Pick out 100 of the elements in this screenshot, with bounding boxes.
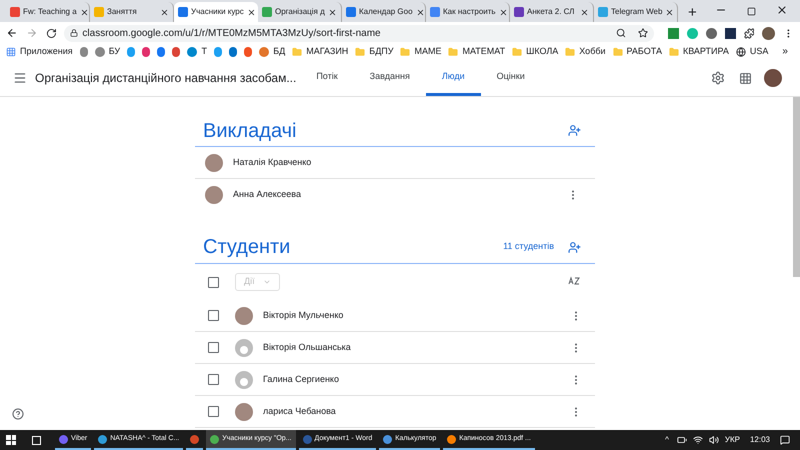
start-icon[interactable] bbox=[6, 435, 16, 445]
tab-title: Fw: Teaching a bbox=[23, 6, 77, 18]
bookmark-link[interactable]: РАБОТА bbox=[626, 44, 662, 58]
row-checkbox[interactable] bbox=[208, 374, 219, 385]
apps-icon[interactable] bbox=[739, 72, 752, 84]
app-icon bbox=[210, 434, 220, 444]
add-person-icon[interactable] bbox=[568, 240, 581, 254]
site-favicon-icon bbox=[514, 7, 524, 17]
clock[interactable]: 12:03 bbox=[750, 434, 770, 446]
address-bar[interactable]: classroom.google.com/u/1/r/MTE0MzM5MTA3MzUy/sort-first-name bbox=[64, 24, 654, 42]
class-tab[interactable]: Потік bbox=[300, 60, 354, 96]
bookmark-link[interactable]: БУ bbox=[108, 44, 120, 58]
new-tab-button[interactable]: + bbox=[684, 2, 701, 22]
person-name: Вікторія Ольшанська bbox=[263, 340, 352, 354]
site-favicon-icon bbox=[94, 46, 105, 56]
close-icon[interactable] bbox=[80, 8, 89, 16]
row-checkbox[interactable] bbox=[208, 310, 219, 321]
site-favicon-icon bbox=[187, 46, 198, 56]
bookmark-link[interactable]: МАМЕ bbox=[414, 44, 442, 58]
bookmark-link[interactable]: КВАРТИРА bbox=[682, 44, 729, 58]
close-icon[interactable] bbox=[498, 8, 508, 16]
close-icon[interactable] bbox=[580, 8, 589, 16]
bookmark-link[interactable]: Хобби bbox=[579, 44, 606, 58]
bookmark-link[interactable]: БДПУ bbox=[369, 44, 394, 58]
site-favicon-icon bbox=[10, 7, 20, 17]
app-icon bbox=[302, 434, 312, 444]
task-view-icon[interactable] bbox=[32, 436, 41, 444]
help-icon[interactable] bbox=[12, 408, 24, 420]
folder-icon bbox=[448, 46, 458, 56]
add-person-icon[interactable] bbox=[568, 124, 581, 137]
class-tab[interactable]: Завдання bbox=[354, 60, 426, 96]
person-name: Анна Алексеева bbox=[233, 188, 302, 202]
restore-icon[interactable] bbox=[747, 7, 756, 16]
section-heading: Студенти bbox=[203, 235, 292, 260]
language-indicator[interactable]: УКР bbox=[724, 434, 740, 446]
extensions-icon[interactable] bbox=[744, 28, 754, 38]
notifications-icon[interactable] bbox=[780, 435, 790, 445]
tab-title: Telegram Web bbox=[611, 6, 662, 18]
close-icon[interactable] bbox=[665, 8, 674, 16]
site-favicon-icon bbox=[178, 7, 188, 17]
select-all-checkbox[interactable] bbox=[208, 276, 219, 288]
row-checkbox[interactable] bbox=[208, 342, 219, 353]
browser-tab[interactable]: Анкета 2. СЛ bbox=[510, 2, 594, 22]
avatar-photo-placeholder bbox=[235, 402, 253, 420]
close-icon[interactable] bbox=[246, 8, 256, 16]
battery-icon[interactable] bbox=[676, 435, 687, 445]
student-count: 11 студентів bbox=[503, 240, 554, 254]
zoom-icon[interactable] bbox=[616, 28, 626, 38]
row-checkbox[interactable] bbox=[208, 406, 219, 417]
browser-tab[interactable]: Fw: Teaching a bbox=[6, 2, 90, 22]
network-icon[interactable] bbox=[692, 435, 703, 445]
site-favicon-icon bbox=[94, 7, 104, 17]
browser-tab[interactable]: Учасники курс bbox=[174, 2, 258, 22]
site-favicon-icon bbox=[430, 7, 440, 17]
profile-avatar-placeholder[interactable] bbox=[762, 26, 776, 40]
volume-icon[interactable] bbox=[708, 435, 719, 445]
person-name: Галина Сергиенко bbox=[263, 372, 340, 386]
close-window-icon[interactable] bbox=[776, 4, 788, 16]
tab-title: Заняття bbox=[107, 6, 138, 18]
extension-icon[interactable] bbox=[724, 28, 736, 38]
folder-icon bbox=[565, 46, 576, 56]
menu-icon[interactable] bbox=[13, 71, 27, 85]
bookmark-link[interactable]: Т bbox=[201, 44, 207, 58]
app-icon bbox=[383, 434, 392, 444]
class-tab[interactable]: Люди bbox=[426, 60, 481, 96]
close-icon[interactable] bbox=[328, 8, 337, 16]
caret-icon bbox=[262, 278, 271, 286]
section-heading: Викладачі bbox=[203, 118, 296, 144]
browser-tab[interactable]: Організація д bbox=[258, 2, 342, 22]
bookmark-link[interactable]: БД bbox=[273, 44, 286, 58]
back-icon[interactable] bbox=[6, 27, 18, 39]
close-icon[interactable] bbox=[160, 8, 169, 16]
profile-avatar-placeholder[interactable] bbox=[764, 69, 782, 87]
class-tab[interactable]: Оцінки bbox=[480, 60, 541, 96]
settings-icon[interactable] bbox=[711, 71, 725, 85]
close-icon[interactable] bbox=[416, 8, 425, 16]
bookmark-link[interactable]: ШКОЛА bbox=[526, 44, 558, 58]
bookmark-link[interactable]: Приложения bbox=[20, 44, 73, 58]
globe-icon bbox=[736, 46, 746, 56]
reload-icon[interactable] bbox=[46, 28, 56, 38]
browser-tab[interactable]: Как настроить bbox=[426, 2, 510, 22]
avatar-photo-placeholder bbox=[205, 154, 223, 172]
more-bookmarks-button[interactable]: » bbox=[782, 44, 788, 59]
apps-icon bbox=[6, 46, 16, 56]
folder-icon bbox=[400, 46, 410, 56]
bookmark-star-icon[interactable] bbox=[638, 28, 648, 38]
person-name: Вікторія Мульченко bbox=[263, 308, 344, 322]
tray-arrow[interactable]: ^ bbox=[665, 434, 669, 446]
folder-icon bbox=[355, 46, 366, 56]
bookmark-link[interactable]: МАТЕМАТ bbox=[462, 44, 506, 58]
browser-tab[interactable]: Календар Goo bbox=[342, 2, 426, 22]
browser-tab[interactable]: Telegram Web bbox=[594, 2, 678, 22]
scrollbar[interactable] bbox=[793, 97, 800, 277]
site-favicon-icon[interactable] bbox=[80, 46, 88, 56]
folder-icon bbox=[612, 46, 623, 56]
avatar-silhouette-icon bbox=[235, 338, 253, 356]
bookmark-link[interactable]: USA bbox=[750, 44, 768, 58]
bookmark-link[interactable]: МАГАЗИН bbox=[306, 44, 348, 58]
site-favicon-icon bbox=[259, 46, 270, 56]
tab-title: Організація д bbox=[275, 6, 325, 18]
